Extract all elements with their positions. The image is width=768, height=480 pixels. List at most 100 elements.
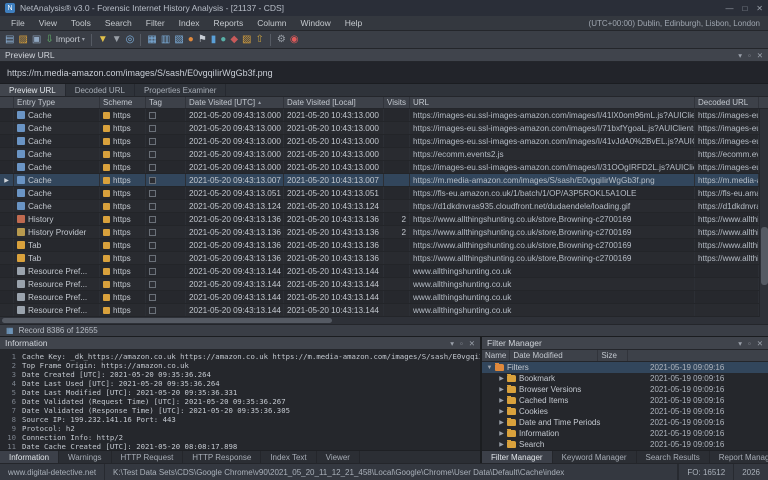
- tab-warnings[interactable]: Warnings: [59, 451, 112, 463]
- filter-tree-item[interactable]: ▶Information2021-05-19 09:09:16: [482, 428, 768, 439]
- grid-row[interactable]: Resource Pref...https2021-05-20 09:43:13…: [0, 291, 759, 304]
- tab-properties-examiner[interactable]: Properties Examiner: [135, 84, 226, 96]
- minimize-button[interactable]: —: [725, 4, 733, 13]
- settings-icon[interactable]: ⚙: [277, 35, 286, 45]
- tag-checkbox[interactable]: [149, 190, 156, 197]
- maximize-button[interactable]: □: [742, 4, 747, 13]
- filter-manager-close-panel-icon[interactable]: ✕: [757, 339, 763, 348]
- menu-tools[interactable]: Tools: [64, 17, 98, 29]
- tab-filter-manager[interactable]: Filter Manager: [482, 451, 553, 463]
- grid-row[interactable]: Resource Pref...https2021-05-20 09:43:13…: [0, 304, 759, 317]
- filter-tree-item[interactable]: ▶Browser Versions2021-05-19 09:09:16: [482, 384, 768, 395]
- grid-col-decoded-url[interactable]: Decoded URL: [695, 97, 759, 108]
- record-icon[interactable]: ●: [188, 35, 194, 45]
- chevron-right-icon[interactable]: ▶: [497, 386, 506, 393]
- tab-report-manager[interactable]: Report Manager: [710, 451, 768, 463]
- search-icon[interactable]: ◎: [126, 35, 135, 45]
- tag-checkbox[interactable]: [149, 294, 156, 301]
- grid-row[interactable]: Tabhttps2021-05-20 09:43:13.1362021-05-2…: [0, 239, 759, 252]
- grid-row[interactable]: Resource Pref...https2021-05-20 09:43:13…: [0, 265, 759, 278]
- close-button[interactable]: ✕: [756, 4, 763, 13]
- grid-col-tag[interactable]: Tag: [146, 97, 186, 108]
- globe-icon[interactable]: ●: [220, 35, 226, 45]
- tag-checkbox[interactable]: [149, 216, 156, 223]
- clear-filter-icon[interactable]: ▼: [112, 35, 122, 45]
- grid-row[interactable]: Tabhttps2021-05-20 09:43:13.1362021-05-2…: [0, 252, 759, 265]
- grid-row[interactable]: Cachehttps2021-05-20 09:43:13.0512021-05…: [0, 187, 759, 200]
- filter-tree-item[interactable]: ▶Search2021-05-19 09:09:16: [482, 439, 768, 450]
- folder-icon[interactable]: ▨: [242, 35, 251, 45]
- grid-view-icon[interactable]: ▦: [147, 35, 156, 45]
- filter-tree-item[interactable]: ▶Cached Items2021-05-19 09:09:16: [482, 395, 768, 406]
- tag-checkbox[interactable]: [149, 268, 156, 275]
- filter-manager-float-icon[interactable]: ▫: [748, 339, 751, 348]
- grid-row[interactable]: History Providerhttps2021-05-20 09:43:13…: [0, 226, 759, 239]
- filter-manager-pin-icon[interactable]: ▾: [738, 339, 742, 348]
- tab-http-response[interactable]: HTTP Response: [183, 451, 261, 463]
- flag-icon[interactable]: ⚑: [198, 35, 207, 45]
- bookmark-icon[interactable]: ▮: [211, 35, 217, 45]
- chevron-right-icon[interactable]: ▶: [497, 419, 506, 426]
- export-icon[interactable]: ⇧: [256, 35, 264, 45]
- information-pin-icon[interactable]: ▾: [450, 339, 454, 348]
- chevron-right-icon[interactable]: ▶: [497, 430, 506, 437]
- information-close-panel-icon[interactable]: ✕: [469, 339, 475, 348]
- tag-checkbox[interactable]: [149, 229, 156, 236]
- grid-col-entry-type[interactable]: Entry Type: [14, 97, 100, 108]
- filter-icon[interactable]: ▼: [98, 35, 108, 45]
- grid-col-url[interactable]: URL: [410, 97, 695, 108]
- tab-http-request[interactable]: HTTP Request: [112, 451, 184, 463]
- filter-tree-item[interactable]: ▼Filters2021-05-19 09:09:16: [482, 362, 768, 373]
- filter-col-date-modified[interactable]: Date Modified: [510, 350, 598, 361]
- tag-checkbox[interactable]: [149, 255, 156, 262]
- grid-row[interactable]: Cachehttps2021-05-20 09:43:13.0002021-05…: [0, 109, 759, 122]
- grid-col-scheme[interactable]: Scheme: [100, 97, 146, 108]
- tab-information[interactable]: Information: [0, 451, 59, 463]
- tag-checkbox[interactable]: [149, 242, 156, 249]
- grid-row[interactable]: Historyhttps2021-05-20 09:43:13.1362021-…: [0, 213, 759, 226]
- tab-index-text[interactable]: Index Text: [261, 451, 316, 463]
- tag-checkbox[interactable]: [149, 151, 156, 158]
- import-button[interactable]: ⇩Import▾: [45, 35, 85, 45]
- record-nav-icon[interactable]: ▦: [6, 326, 14, 335]
- grid-row[interactable]: Cachehttps2021-05-20 09:43:13.0002021-05…: [0, 135, 759, 148]
- grid-row[interactable]: Cachehttps2021-05-20 09:43:13.0002021-05…: [0, 148, 759, 161]
- horizontal-scrollbar-thumb[interactable]: [2, 318, 332, 323]
- preview-close-panel-icon[interactable]: ✕: [757, 51, 763, 60]
- menu-file[interactable]: File: [4, 17, 32, 29]
- grid-row[interactable]: Cachehttps2021-05-20 09:43:13.1242021-05…: [0, 200, 759, 213]
- menu-window[interactable]: Window: [294, 17, 338, 29]
- chevron-right-icon[interactable]: ▶: [497, 397, 506, 404]
- menu-help[interactable]: Help: [338, 17, 369, 29]
- tag-checkbox[interactable]: [149, 112, 156, 119]
- chevron-down-icon[interactable]: ▼: [485, 365, 494, 371]
- information-float-icon[interactable]: ▫: [460, 339, 463, 348]
- filter-col-name[interactable]: Name: [482, 350, 510, 361]
- chevron-right-icon[interactable]: ▶: [497, 441, 506, 448]
- save-icon[interactable]: ▣: [32, 35, 41, 45]
- menu-filter[interactable]: Filter: [139, 17, 172, 29]
- tag-checkbox[interactable]: [149, 138, 156, 145]
- tag-checkbox[interactable]: [149, 307, 156, 314]
- tag-checkbox[interactable]: [149, 281, 156, 288]
- open-case-icon[interactable]: ▨: [18, 35, 27, 45]
- tab-decoded-url[interactable]: Decoded URL: [66, 84, 135, 96]
- filter-tree-item[interactable]: ▶Date and Time Periods2021-05-19 09:09:1…: [482, 417, 768, 428]
- list-view-icon[interactable]: ▥: [161, 35, 170, 45]
- menu-view[interactable]: View: [32, 17, 64, 29]
- tag-checkbox[interactable]: [149, 125, 156, 132]
- grid-col-visits[interactable]: Visits: [384, 97, 410, 108]
- new-case-icon[interactable]: ▤: [5, 35, 14, 45]
- preview-float-icon[interactable]: ▫: [748, 51, 751, 60]
- grid-col-date-visited-local[interactable]: Date Visited [Local]: [284, 97, 384, 108]
- horizontal-scrollbar[interactable]: [0, 317, 768, 325]
- grid-col-date-visited-utc[interactable]: Date Visited [UTC]▲: [186, 97, 284, 108]
- power-icon[interactable]: ◉: [290, 35, 299, 45]
- tag-checkbox[interactable]: [149, 164, 156, 171]
- filter-col-size[interactable]: Size: [598, 350, 628, 361]
- tab-keyword-manager[interactable]: Keyword Manager: [553, 451, 637, 463]
- tag-checkbox[interactable]: [149, 177, 156, 184]
- tag-checkbox[interactable]: [149, 203, 156, 210]
- vertical-scrollbar[interactable]: [759, 109, 768, 317]
- menu-reports[interactable]: Reports: [206, 17, 250, 29]
